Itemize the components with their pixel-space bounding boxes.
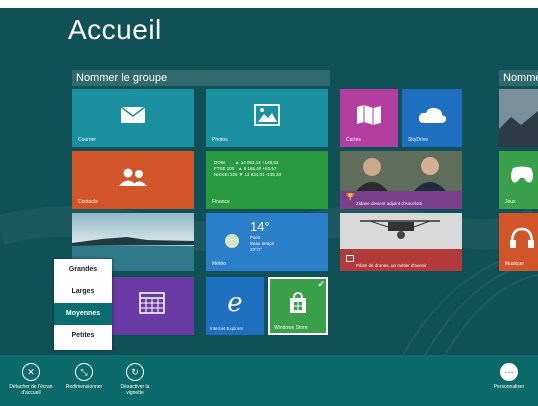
resize-menu: Grandes Larges Moyennes Petites [54, 259, 112, 350]
tile-photos[interactable]: Photos [206, 89, 328, 147]
resize-button[interactable]: ⤡ Redimensionner [58, 363, 110, 390]
tile-label: Jeux [505, 199, 516, 205]
map-icon [357, 105, 381, 126]
tile-internet-explorer[interactable]: e Internet Explorer [206, 277, 264, 335]
menu-item-small[interactable]: Petites [54, 325, 112, 347]
news-headline: Pilote de drones, un métier d'avenir [356, 263, 427, 268]
app-bar: ✕ Détacher de l'écran d'accueil ⤡ Redime… [0, 355, 538, 406]
tile-maps[interactable]: Cartes [340, 89, 398, 147]
weather-temp: 14° [250, 219, 270, 234]
weather-condition: Beau temps [250, 241, 275, 246]
selected-check-icon: ✔ [317, 279, 325, 289]
newspaper-icon [346, 255, 354, 262]
tile-label: Internet Explorer [210, 326, 244, 331]
trophy-icon: 🏆 [346, 194, 355, 201]
tile-news-tech[interactable]: Pilote de drones, un métier d'avenir [340, 213, 462, 271]
tile-label: Météo [212, 261, 226, 267]
tile-finance[interactable]: DOW ▲ 14 993,14 +149,83 FTSE 100 ▲ 6 165… [206, 151, 328, 209]
tile-weather[interactable]: 14° Paris Beau temps 20°/7° Météo [206, 213, 328, 271]
tile-label: SkyDrive [408, 137, 429, 143]
calendar-icon [139, 292, 165, 314]
people-icon [119, 168, 147, 187]
mail-icon [120, 106, 146, 124]
resize-label: Redimensionner [65, 384, 103, 390]
tile-people-photo[interactable] [499, 89, 538, 147]
unpin-icon: ✕ [22, 363, 40, 381]
tile-label: Courrier [78, 137, 97, 143]
weather-city: Paris [250, 235, 261, 240]
menu-item-wide[interactable]: Larges [54, 281, 112, 303]
menu-item-medium[interactable]: Moyennes [54, 303, 112, 325]
group-name-field-2[interactable]: Nomme [499, 70, 538, 86]
unpin-label: Détacher de l'écran d'accueil [9, 384, 53, 396]
photo-icon [254, 104, 280, 126]
tile-label: Cartes [346, 137, 361, 143]
group-name-field[interactable]: Nommer le groupe [72, 70, 330, 86]
tile-windows-store[interactable]: ✔ Windows Store [268, 277, 328, 335]
tile-contacts[interactable]: Contacts [72, 151, 194, 209]
tile-games[interactable]: Jeux [499, 151, 538, 209]
customize-icon: ⋯ [500, 363, 518, 381]
turn-off-live-tile-button[interactable]: ↻ Désactiver la vignette [112, 363, 158, 396]
weather-range: 20°/7° [250, 247, 263, 252]
tile-skydrive[interactable]: SkyDrive [402, 89, 462, 147]
news-headline: Zidane devient adjoint d'Ancelotti [356, 201, 422, 206]
customize-label: Personnaliser [493, 384, 525, 390]
tile-news-sport[interactable]: 🏆 Zidane devient adjoint d'Ancelotti [340, 151, 462, 209]
tile-calendar[interactable] [110, 277, 194, 335]
resize-icon: ⤡ [75, 363, 93, 381]
customize-button[interactable]: ⋯ Personnaliser [484, 363, 534, 390]
tile-mail[interactable]: Courrier [72, 89, 194, 147]
ie-icon: e [227, 288, 243, 319]
unpin-button[interactable]: ✕ Détacher de l'écran d'accueil [6, 363, 56, 396]
stock-row: FTSE 100 ▲ 6 165,40 +63,57 [214, 166, 277, 171]
news-photo-image [340, 151, 462, 191]
tile-label: Musique [505, 261, 524, 267]
gamepad-icon [511, 166, 533, 183]
landscape-photo-image [499, 89, 538, 147]
live-tile-icon: ↻ [126, 363, 144, 381]
tile-music[interactable]: Musique [499, 213, 538, 271]
tile-label: Contacts [78, 199, 98, 205]
stock-row: DOW ▲ 14 993,14 +149,83 [214, 160, 279, 165]
page-title: Accueil [68, 14, 162, 45]
store-bag-icon [290, 292, 306, 314]
stock-row: NIKKEI 225 ▼ 12 834,01 -135,33 [214, 172, 281, 177]
tile-label: Finance [212, 199, 230, 205]
tile-label: Windows Store [274, 325, 308, 331]
live-tile-label: Désactiver la vignette [120, 384, 150, 396]
headphones-icon [510, 227, 534, 248]
sun-icon [225, 234, 239, 248]
cloud-icon [418, 107, 447, 124]
tile-label: Photos [212, 137, 228, 143]
drone-photo-image [340, 213, 462, 249]
menu-item-large[interactable]: Grandes [54, 259, 112, 281]
